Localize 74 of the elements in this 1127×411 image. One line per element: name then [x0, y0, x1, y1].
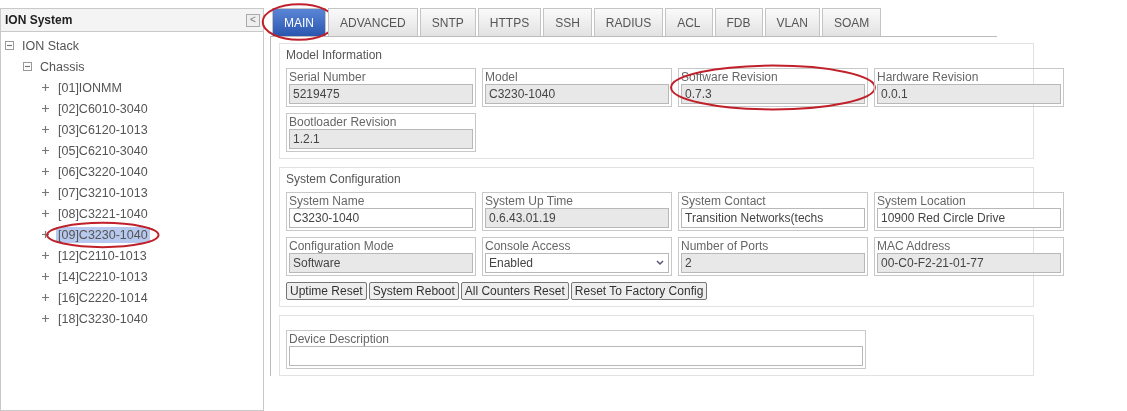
input-field[interactable]: C3230-1040 [485, 84, 669, 104]
field-label: Serial Number [289, 70, 367, 84]
caret-icon [655, 258, 665, 268]
plus-icon[interactable] [41, 230, 50, 239]
plus-icon[interactable] [41, 293, 50, 302]
tree-item[interactable]: [08]C3221-1040 [56, 205, 150, 222]
tree-item[interactable]: [02]C6010-3040 [56, 100, 150, 117]
tree-item[interactable]: [09]C3230-1040 [56, 226, 150, 243]
field-label: Bootloader Revision [289, 115, 398, 129]
tree-item[interactable]: [03]C6120-1013 [56, 121, 150, 138]
collapse-button[interactable]: < [246, 13, 260, 27]
field-label: Number of Ports [681, 239, 770, 253]
select-field[interactable]: Enabled [485, 253, 669, 273]
tab[interactable]: FDB [714, 8, 763, 36]
action-button[interactable]: Uptime Reset [286, 282, 367, 300]
tab[interactable]: ACL [665, 8, 713, 36]
tree-item[interactable]: [05]C6210-3040 [56, 142, 150, 159]
tree-item[interactable]: [07]C3210-1013 [56, 184, 150, 201]
field-label: Device Description [289, 332, 391, 346]
tree-item[interactable]: [06]C3220-1040 [56, 163, 150, 180]
tree-item[interactable]: [14]C2210-1013 [56, 268, 150, 285]
action-button[interactable]: All Counters Reset [460, 282, 569, 300]
tree-item[interactable]: [12]C2110-1013 [56, 247, 149, 264]
input-field[interactable]: Transition Networks(techs [681, 208, 865, 228]
plus-icon[interactable] [41, 167, 50, 176]
field-label: Configuration Mode [289, 239, 395, 253]
sidebar-title: ION System [5, 13, 73, 27]
plus-icon[interactable] [41, 146, 50, 155]
tab[interactable]: HTTPS [477, 8, 542, 36]
input-field[interactable]: Software [289, 253, 473, 273]
plus-icon[interactable] [41, 104, 50, 113]
input-field[interactable]: 5219475 [289, 84, 473, 104]
plus-icon[interactable] [41, 125, 50, 134]
plus-icon[interactable] [41, 209, 50, 218]
input-field[interactable]: C3230-1040 [289, 208, 473, 228]
field-label: Hardware Revision [877, 70, 980, 84]
tab[interactable]: VLAN [764, 8, 820, 36]
tree-item[interactable]: [18]C3230-1040 [56, 310, 150, 327]
tab[interactable]: SOAM [821, 8, 882, 36]
section-title: System Configuration [286, 172, 402, 186]
tree-item[interactable]: Chassis [38, 58, 87, 75]
section-title: Model Information [286, 48, 384, 62]
input-field[interactable]: 2 [681, 253, 865, 273]
field-label: System Up Time [485, 194, 575, 208]
tab[interactable]: ADVANCED [328, 8, 418, 36]
input-field[interactable]: 1.2.1 [289, 129, 473, 149]
tab[interactable]: SNTP [419, 8, 476, 36]
action-button[interactable]: System Reboot [368, 282, 459, 300]
tab[interactable]: RADIUS [593, 8, 664, 36]
action-button[interactable]: Reset To Factory Config [570, 282, 708, 300]
field-label: System Contact [681, 194, 767, 208]
plus-icon[interactable] [41, 188, 50, 197]
field-label: MAC Address [877, 239, 952, 253]
tree-item[interactable]: [16]C2220-1014 [56, 289, 150, 306]
plus-icon[interactable] [41, 272, 50, 281]
tree-item[interactable]: ION Stack [20, 37, 81, 54]
minus-icon[interactable] [5, 41, 14, 50]
tree-item[interactable]: [01]IONMM [56, 79, 124, 96]
field-label: Console Access [485, 239, 572, 253]
tab[interactable]: SSH [543, 8, 592, 36]
input-field[interactable]: 0.6.43.01.19 [485, 208, 669, 228]
plus-icon[interactable] [41, 314, 50, 323]
plus-icon[interactable] [41, 251, 50, 260]
field-label: System Location [877, 194, 967, 208]
input-field[interactable]: 0.0.1 [877, 84, 1061, 104]
input-field[interactable] [289, 346, 863, 366]
tab[interactable]: MAIN [272, 8, 326, 36]
plus-icon[interactable] [41, 83, 50, 92]
input-field[interactable]: 0.7.3 [681, 84, 865, 104]
minus-icon[interactable] [23, 62, 32, 71]
field-label: Model [485, 70, 519, 84]
field-label: System Name [289, 194, 366, 208]
input-field[interactable]: 00-C0-F2-21-01-77 [877, 253, 1061, 273]
input-field[interactable]: 10900 Red Circle Drive [877, 208, 1061, 228]
